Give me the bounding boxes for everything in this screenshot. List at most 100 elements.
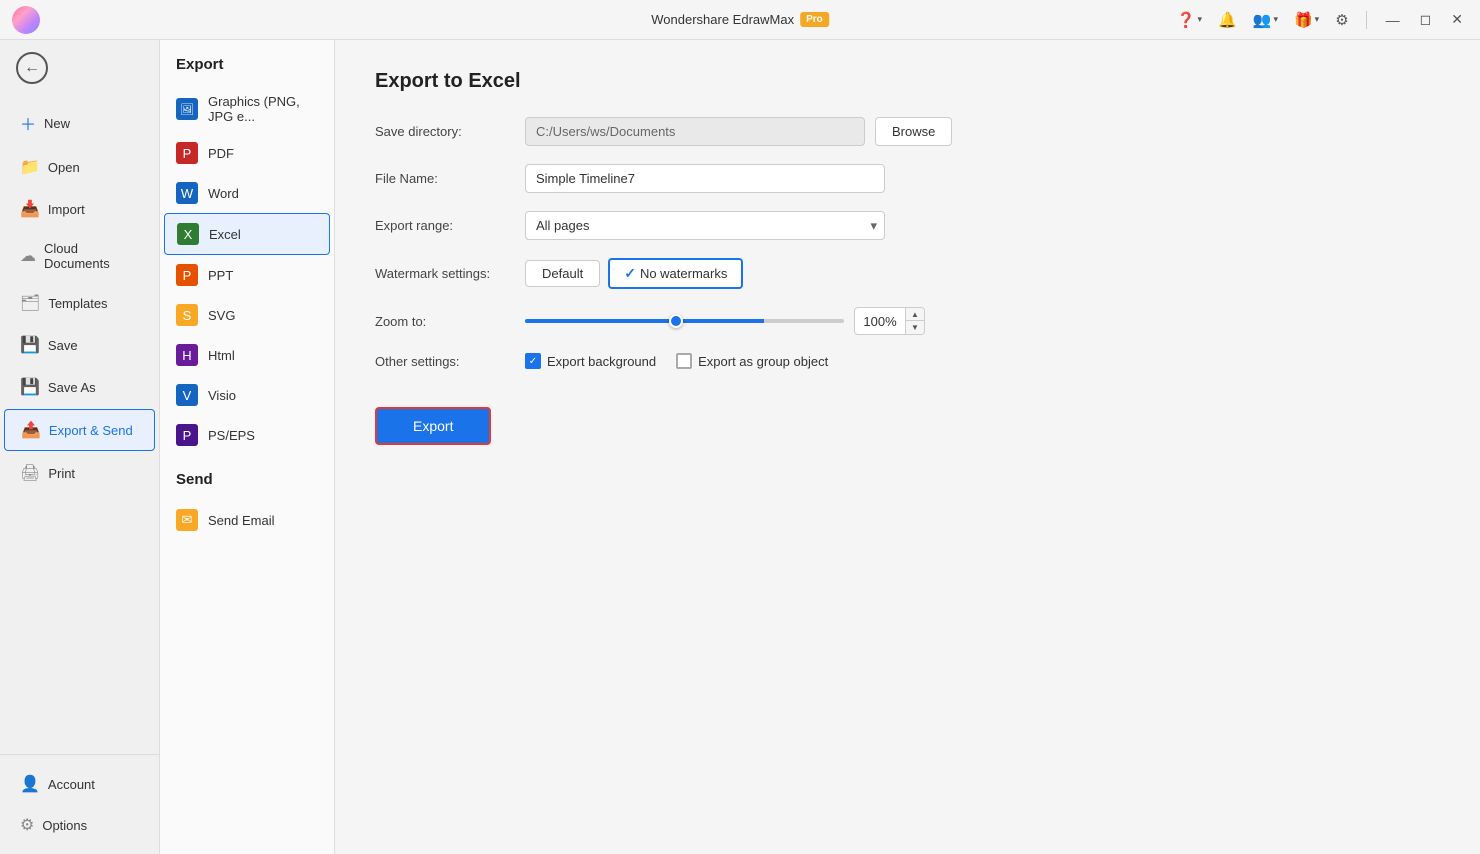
zoom-value-input[interactable] — [855, 310, 905, 333]
sidebar-item-new[interactable]: ＋ New — [4, 101, 155, 145]
back-icon: ← — [16, 52, 48, 84]
app-name: Wondershare EdrawMax — [651, 12, 794, 27]
zoom-down-button[interactable]: ▼ — [906, 321, 924, 334]
export-range-row: Export range: All pages Current page Sel… — [375, 211, 1440, 240]
new-icon: ＋ — [20, 111, 36, 135]
panel-item-label-word: Word — [208, 186, 239, 201]
file-name-input[interactable] — [525, 164, 885, 193]
sidebar-bottom: 👤 Account ⚙ Options — [0, 754, 159, 854]
sidebar-item-saveas[interactable]: 💾 Save As — [4, 367, 155, 407]
help-icon-btn[interactable]: ❓▾ — [1174, 8, 1205, 32]
save-directory-input[interactable] — [525, 117, 865, 146]
gift-icon-btn[interactable]: 🎁▾ — [1291, 8, 1322, 32]
titlebar: Wondershare EdrawMax Pro ❓▾ 🔔 👥▾ 🎁▾ ⚙ — … — [0, 0, 1480, 40]
sidebar-item-label-account: Account — [48, 777, 95, 792]
import-icon: 📥 — [20, 199, 40, 219]
zoom-group: ▲ ▼ — [525, 307, 925, 335]
sidebar-item-label-cloud: Cloud Documents — [44, 241, 139, 271]
account-icon: 👤 — [20, 774, 40, 794]
panel-item-html[interactable]: H Html — [160, 335, 334, 375]
templates-icon: 🗂 — [20, 293, 40, 313]
watermark-group: Default ✓ No watermarks — [525, 258, 743, 289]
panel-item-label-excel: Excel — [209, 227, 241, 242]
sidebar-item-label-open: Open — [48, 160, 80, 175]
panel-item-excel[interactable]: X Excel — [164, 213, 330, 255]
other-settings-row: Other settings: ✓ Export background Expo… — [375, 353, 1440, 369]
export-group-label: Export as group object — [698, 354, 828, 369]
pro-badge: Pro — [800, 12, 829, 27]
zoom-label: Zoom to: — [375, 314, 525, 329]
graphics-icon: 🖼 — [176, 98, 198, 120]
save-directory-controls: Browse — [525, 117, 1440, 146]
sidebar-item-cloud[interactable]: ☁ Cloud Documents — [4, 231, 155, 281]
panel-item-pseps[interactable]: P PS/EPS — [160, 415, 334, 455]
export-button[interactable]: Export — [375, 407, 491, 445]
close-button[interactable]: ✕ — [1446, 9, 1468, 30]
checkbox-background-icon: ✓ — [525, 353, 541, 369]
sidebar-item-label-export: Export & Send — [49, 423, 133, 438]
notification-icon-btn[interactable]: 🔔 — [1215, 8, 1240, 32]
panel-item-label-ppt: PPT — [208, 268, 233, 283]
watermark-label: Watermark settings: — [375, 266, 525, 281]
export-range-label: Export range: — [375, 218, 525, 233]
word-icon: W — [176, 182, 198, 204]
html-icon: H — [176, 344, 198, 366]
watermark-default-button[interactable]: Default — [525, 260, 600, 287]
watermark-row: Watermark settings: Default ✓ No waterma… — [375, 258, 1440, 289]
sidebar-item-export[interactable]: 📤 Export & Send — [4, 409, 155, 451]
panel-item-pdf[interactable]: P PDF — [160, 133, 334, 173]
panel-item-ppt[interactable]: P PPT — [160, 255, 334, 295]
minimize-button[interactable]: — — [1381, 10, 1405, 30]
panel-item-label-pseps: PS/EPS — [208, 428, 255, 443]
sidebar-item-options[interactable]: ⚙ Options — [4, 805, 155, 845]
sidebar-item-print[interactable]: 🖨 Print — [4, 453, 155, 493]
sidebar-item-open[interactable]: 📁 Open — [4, 147, 155, 187]
sidebar-item-label-new: New — [44, 116, 70, 131]
sidebar-item-templates[interactable]: 🗂 Templates — [4, 283, 155, 323]
save-directory-row: Save directory: Browse — [375, 117, 1440, 146]
ppt-icon: P — [176, 264, 198, 286]
cloud-icon: ☁ — [20, 246, 36, 266]
panel-item-sendemail[interactable]: ✉ Send Email — [160, 500, 334, 540]
panel-item-label-visio: Visio — [208, 388, 236, 403]
panel-item-label-sendemail: Send Email — [208, 513, 274, 528]
zoom-slider[interactable] — [525, 319, 844, 323]
restore-button[interactable]: ◻ — [1415, 9, 1437, 30]
sidebar-item-save[interactable]: 💾 Save — [4, 325, 155, 365]
panel-item-word[interactable]: W Word — [160, 173, 334, 213]
checkbox-group: ✓ Export background Export as group obje… — [525, 353, 828, 369]
sidebar-item-account[interactable]: 👤 Account — [4, 764, 155, 804]
panel-item-graphics[interactable]: 🖼 Graphics (PNG, JPG e... — [160, 85, 334, 133]
panel-item-svg[interactable]: S SVG — [160, 295, 334, 335]
sidebar-item-import[interactable]: 📥 Import — [4, 189, 155, 229]
export-group-checkbox[interactable]: Export as group object — [676, 353, 828, 369]
export-range-controls: All pages Current page Selected pages ▾ — [525, 211, 1440, 240]
checkbox-group-icon — [676, 353, 692, 369]
export-background-checkbox[interactable]: ✓ Export background — [525, 353, 656, 369]
sidebar-item-label-options: Options — [42, 818, 87, 833]
watermark-controls: Default ✓ No watermarks — [525, 258, 1440, 289]
titlebar-center: Wondershare EdrawMax Pro — [651, 12, 829, 27]
people-icon-btn[interactable]: 👥▾ — [1250, 8, 1281, 32]
export-background-label: Export background — [547, 354, 656, 369]
settings-icon-btn[interactable]: ⚙ — [1332, 8, 1351, 32]
browse-button[interactable]: Browse — [875, 117, 952, 146]
zoom-up-button[interactable]: ▲ — [906, 308, 924, 321]
panel-item-visio[interactable]: V Visio — [160, 375, 334, 415]
export-range-select[interactable]: All pages Current page Selected pages — [525, 211, 885, 240]
save-directory-label: Save directory: — [375, 124, 525, 139]
zoom-value-group: ▲ ▼ — [854, 307, 925, 335]
excel-icon: X — [177, 223, 199, 245]
sidebar-item-label-save: Save — [48, 338, 78, 353]
open-icon: 📁 — [20, 157, 40, 177]
zoom-row: Zoom to: ▲ ▼ — [375, 307, 1440, 335]
sidebar-nav: ＋ New 📁 Open 📥 Import ☁ Cloud Documents … — [0, 96, 159, 754]
back-button[interactable]: ← — [0, 40, 159, 96]
visio-icon: V — [176, 384, 198, 406]
save-icon: 💾 — [20, 335, 40, 355]
sendemail-icon: ✉ — [176, 509, 198, 531]
watermark-none-button[interactable]: ✓ No watermarks — [608, 258, 743, 289]
sidebar-item-label-templates: Templates — [48, 296, 107, 311]
other-settings-controls: ✓ Export background Export as group obje… — [525, 353, 1440, 369]
pdf-icon: P — [176, 142, 198, 164]
